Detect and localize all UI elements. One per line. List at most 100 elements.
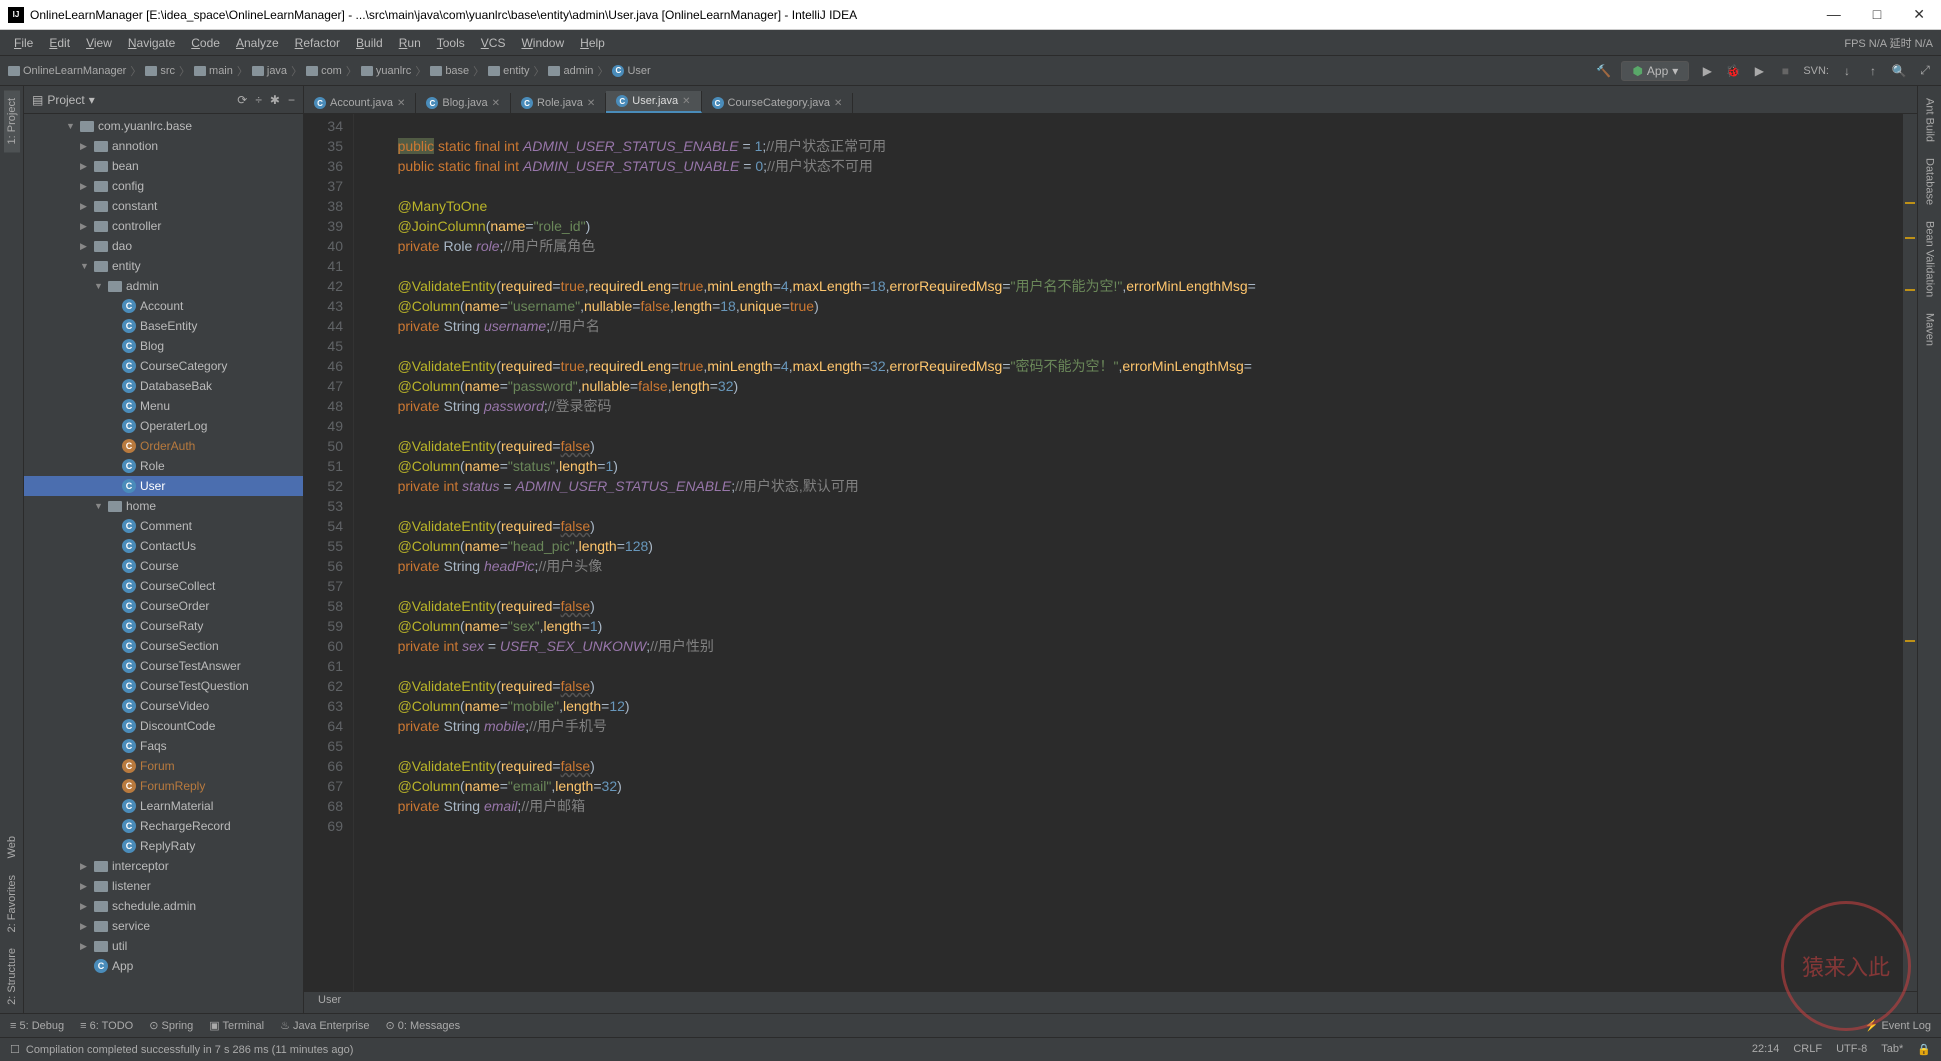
tree-item-user[interactable]: CUser bbox=[24, 476, 303, 496]
sidebar-tool-icon[interactable]: ÷ bbox=[255, 93, 262, 107]
menu-help[interactable]: Help bbox=[574, 34, 611, 52]
bottom-tool-button[interactable]: ≡ 6: TODO bbox=[80, 1019, 133, 1032]
sidebar-tool-icon[interactable]: ⟳ bbox=[237, 93, 247, 107]
debug-button[interactable]: 🐞 bbox=[1725, 63, 1741, 79]
svn-commit-icon[interactable]: ↑ bbox=[1865, 63, 1881, 79]
code-editor[interactable]: public static final int ADMIN_USER_STATU… bbox=[368, 114, 1903, 991]
tree-item-account[interactable]: CAccount bbox=[24, 296, 303, 316]
tree-item-forumreply[interactable]: CForumReply bbox=[24, 776, 303, 796]
close-tab-icon[interactable]: ✕ bbox=[492, 98, 500, 109]
bottom-tool-button[interactable]: ♨ Java Enterprise bbox=[280, 1019, 369, 1032]
close-tab-icon[interactable]: ✕ bbox=[682, 96, 690, 107]
tree-item-discountcode[interactable]: CDiscountCode bbox=[24, 716, 303, 736]
tree-item-com.yuanlrc.base[interactable]: ▼com.yuanlrc.base bbox=[24, 116, 303, 136]
breadcrumb-item[interactable]: src bbox=[145, 65, 175, 77]
tree-item-coursesection[interactable]: CCourseSection bbox=[24, 636, 303, 656]
menu-file[interactable]: File bbox=[8, 34, 39, 52]
minimize-button[interactable]: — bbox=[1819, 6, 1849, 23]
tree-item-config[interactable]: ▶config bbox=[24, 176, 303, 196]
bottom-tool-button[interactable]: ▣ Terminal bbox=[209, 1019, 264, 1032]
tree-item-service[interactable]: ▶service bbox=[24, 916, 303, 936]
tool-window-button[interactable]: Web bbox=[4, 828, 20, 866]
tree-item-home[interactable]: ▼home bbox=[24, 496, 303, 516]
tree-item-admin[interactable]: ▼admin bbox=[24, 276, 303, 296]
tree-item-forum[interactable]: CForum bbox=[24, 756, 303, 776]
menu-analyze[interactable]: Analyze bbox=[230, 34, 285, 52]
sidebar-title[interactable]: Project bbox=[47, 93, 84, 107]
search-icon[interactable]: 🔍 bbox=[1891, 63, 1907, 79]
menu-code[interactable]: Code bbox=[185, 34, 226, 52]
tool-window-button[interactable]: Bean Validation bbox=[1922, 213, 1938, 305]
build-icon[interactable]: 🔨 bbox=[1595, 63, 1611, 79]
breadcrumb-item[interactable]: java bbox=[252, 65, 287, 77]
breadcrumb[interactable]: OnlineLearnManager〉src〉main〉java〉com〉yua… bbox=[8, 63, 651, 79]
menu-vcs[interactable]: VCS bbox=[475, 34, 512, 52]
readonly-lock-icon[interactable]: 🔒 bbox=[1917, 1043, 1931, 1056]
cursor-position[interactable]: 22:14 bbox=[1752, 1043, 1780, 1056]
tree-item-dao[interactable]: ▶dao bbox=[24, 236, 303, 256]
close-tab-icon[interactable]: ✕ bbox=[834, 98, 842, 109]
tree-item-baseentity[interactable]: CBaseEntity bbox=[24, 316, 303, 336]
tree-item-coursecollect[interactable]: CCourseCollect bbox=[24, 576, 303, 596]
chevron-down-icon[interactable]: ▾ bbox=[89, 93, 95, 107]
svn-update-icon[interactable]: ↓ bbox=[1839, 63, 1855, 79]
tree-item-replyraty[interactable]: CReplyRaty bbox=[24, 836, 303, 856]
tree-item-constant[interactable]: ▶constant bbox=[24, 196, 303, 216]
tool-window-button[interactable]: Maven bbox=[1922, 305, 1938, 354]
bottom-tool-button[interactable]: ≡ 5: Debug bbox=[10, 1019, 64, 1032]
tree-item-coursetestanswer[interactable]: CCourseTestAnswer bbox=[24, 656, 303, 676]
tree-item-util[interactable]: ▶util bbox=[24, 936, 303, 956]
close-tab-icon[interactable]: ✕ bbox=[587, 98, 595, 109]
error-stripe[interactable] bbox=[1903, 114, 1917, 991]
tree-item-coursetestquestion[interactable]: CCourseTestQuestion bbox=[24, 676, 303, 696]
event-log-button[interactable]: ⚡ Event Log bbox=[1865, 1019, 1931, 1032]
tree-item-orderauth[interactable]: COrderAuth bbox=[24, 436, 303, 456]
indent-info[interactable]: Tab* bbox=[1881, 1043, 1903, 1056]
menu-navigate[interactable]: Navigate bbox=[122, 34, 181, 52]
tool-window-button[interactable]: 2: Structure bbox=[4, 940, 20, 1013]
run-config-selector[interactable]: ⬢ App ▾ bbox=[1621, 61, 1689, 81]
status-icon[interactable]: ☐ bbox=[10, 1043, 20, 1056]
menu-view[interactable]: View bbox=[80, 34, 118, 52]
close-button[interactable]: ✕ bbox=[1905, 6, 1933, 23]
bottom-tool-button[interactable]: ⊙ Spring bbox=[149, 1019, 193, 1032]
tool-window-button[interactable]: Ant Build bbox=[1922, 90, 1938, 150]
tree-item-operaterlog[interactable]: COperaterLog bbox=[24, 416, 303, 436]
menu-edit[interactable]: Edit bbox=[43, 34, 76, 52]
tree-item-courseorder[interactable]: CCourseOrder bbox=[24, 596, 303, 616]
tree-item-role[interactable]: CRole bbox=[24, 456, 303, 476]
project-tool-button[interactable]: 1: Project bbox=[4, 90, 20, 152]
tree-item-courseraty[interactable]: CCourseRaty bbox=[24, 616, 303, 636]
tree-item-learnmaterial[interactable]: CLearnMaterial bbox=[24, 796, 303, 816]
menu-build[interactable]: Build bbox=[350, 34, 389, 52]
breadcrumb-item[interactable]: admin bbox=[548, 65, 593, 77]
breadcrumb-item[interactable]: OnlineLearnManager bbox=[8, 65, 126, 77]
stop-button[interactable]: ■ bbox=[1777, 63, 1793, 79]
tree-item-controller[interactable]: ▶controller bbox=[24, 216, 303, 236]
menu-run[interactable]: Run bbox=[393, 34, 427, 52]
tree-item-annotion[interactable]: ▶annotion bbox=[24, 136, 303, 156]
menu-tools[interactable]: Tools bbox=[431, 34, 471, 52]
tree-item-schedule.admin[interactable]: ▶schedule.admin bbox=[24, 896, 303, 916]
editor-tab[interactable]: CAccount.java✕ bbox=[304, 93, 416, 113]
tree-item-databasebak[interactable]: CDatabaseBak bbox=[24, 376, 303, 396]
tree-item-comment[interactable]: CComment bbox=[24, 516, 303, 536]
editor-breadcrumb[interactable]: User bbox=[304, 991, 1917, 1013]
tree-item-faqs[interactable]: CFaqs bbox=[24, 736, 303, 756]
breadcrumb-item[interactable]: yuanlrc bbox=[361, 65, 411, 77]
tool-window-button[interactable]: Database bbox=[1922, 150, 1938, 213]
tree-item-entity[interactable]: ▼entity bbox=[24, 256, 303, 276]
expand-icon[interactable]: ⤢ bbox=[1917, 63, 1933, 79]
fold-gutter[interactable] bbox=[354, 114, 368, 991]
sidebar-tool-icon[interactable]: − bbox=[288, 93, 295, 107]
sidebar-tool-icon[interactable]: ✱ bbox=[270, 93, 280, 107]
project-tree[interactable]: ▼com.yuanlrc.base▶annotion▶bean▶config▶c… bbox=[24, 114, 303, 1013]
line-number-gutter[interactable]: 34 35 36 37 38 39 40 41 42 43 44 45 46 4… bbox=[304, 114, 354, 991]
editor-tab[interactable]: CBlog.java✕ bbox=[416, 93, 511, 113]
tool-window-button[interactable]: 2: Favorites bbox=[4, 867, 20, 940]
maximize-button[interactable]: □ bbox=[1865, 6, 1889, 23]
breadcrumb-item[interactable]: com bbox=[306, 65, 342, 77]
run-button[interactable]: ▶ bbox=[1699, 63, 1715, 79]
tree-item-coursecategory[interactable]: CCourseCategory bbox=[24, 356, 303, 376]
breadcrumb-item[interactable]: base bbox=[430, 65, 469, 77]
